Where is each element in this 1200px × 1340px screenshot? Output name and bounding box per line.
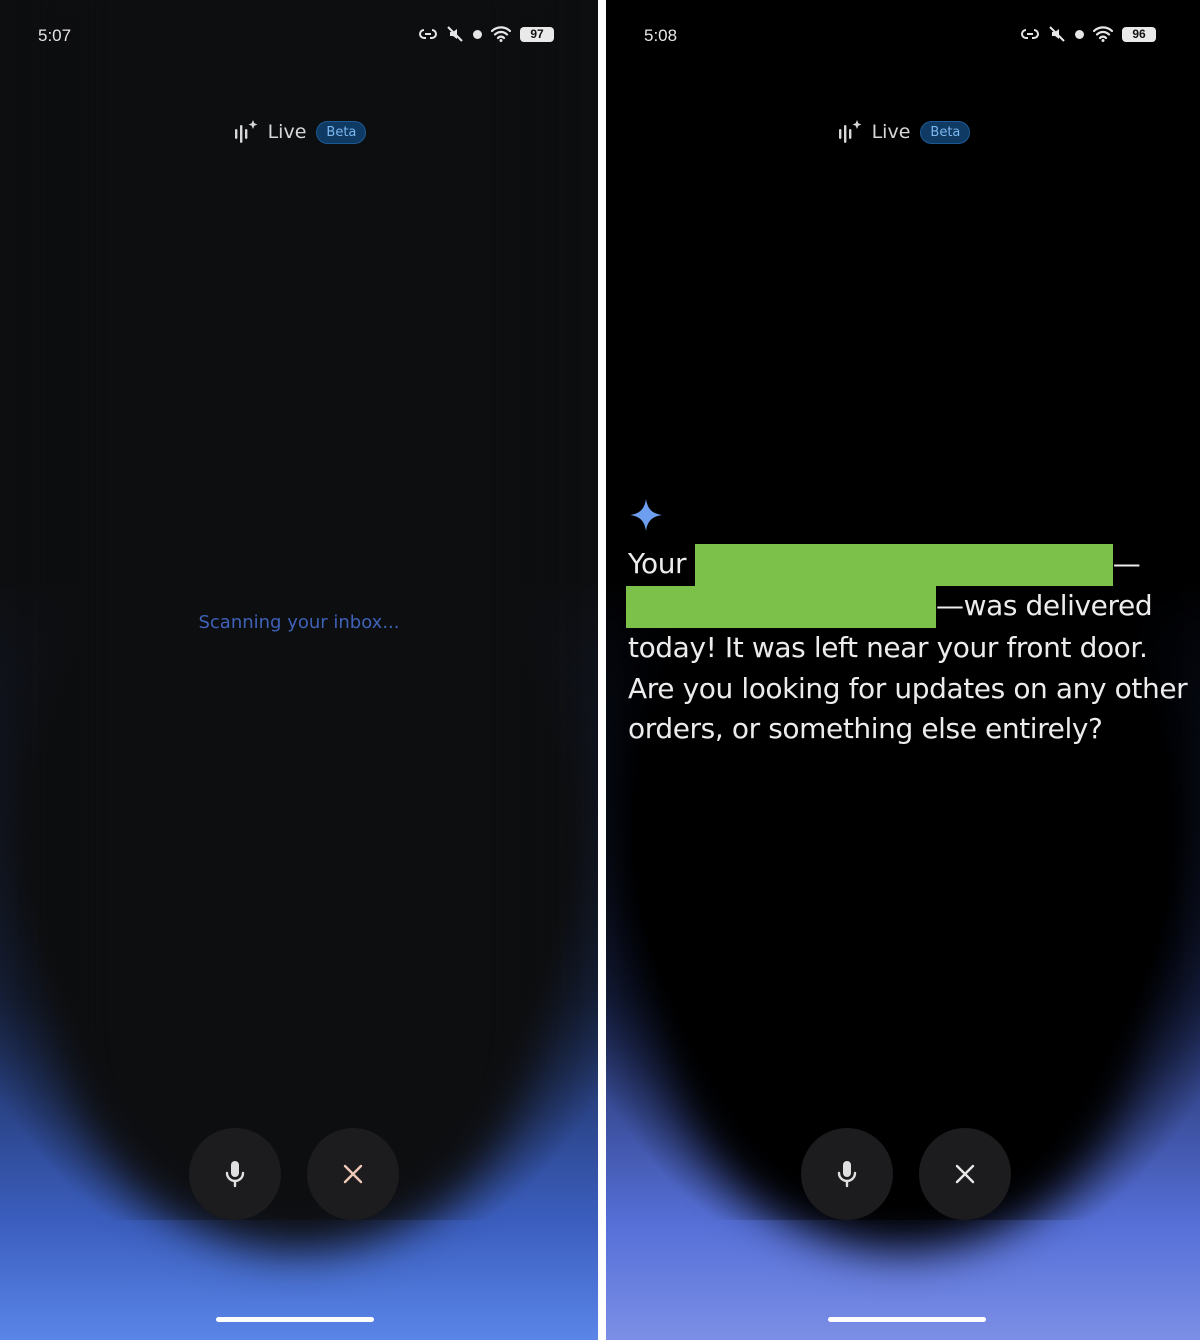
battery-icon: 97 xyxy=(520,26,554,42)
wifi-icon xyxy=(1093,26,1113,42)
phone-screen-right: 5:08 96 Live Beta Your — —was delivered … xyxy=(606,0,1200,1340)
wifi-icon xyxy=(491,26,511,42)
status-bar: 5:07 97 xyxy=(38,22,554,52)
dot-icon xyxy=(1075,29,1084,39)
mute-icon xyxy=(1049,26,1065,42)
link-icon xyxy=(1021,29,1039,39)
close-button[interactable] xyxy=(307,1128,399,1220)
redacted-block xyxy=(626,586,936,628)
status-time: 5:07 xyxy=(38,26,72,45)
ambient-glow xyxy=(0,580,598,1340)
live-header: Live Beta xyxy=(0,118,598,146)
status-bar: 5:08 96 xyxy=(644,22,1156,52)
live-waveform-icon xyxy=(234,120,258,143)
beta-badge: Beta xyxy=(316,120,367,144)
mic-button[interactable] xyxy=(189,1128,281,1220)
home-indicator[interactable] xyxy=(216,1317,374,1322)
response-dash: — xyxy=(1112,547,1141,580)
gemini-sparkle-icon xyxy=(630,499,662,531)
call-controls xyxy=(189,1128,399,1220)
close-icon xyxy=(955,1164,975,1184)
beta-badge: Beta xyxy=(920,120,971,144)
link-icon xyxy=(419,29,437,39)
call-controls xyxy=(801,1128,1011,1220)
mic-button[interactable] xyxy=(801,1128,893,1220)
redacted-block xyxy=(694,544,1113,586)
battery-icon: 96 xyxy=(1122,26,1156,42)
scanning-status: Scanning your inbox... xyxy=(198,612,400,633)
live-label: Live xyxy=(267,121,307,143)
status-icons: 96 xyxy=(1021,25,1156,43)
live-label: Live xyxy=(871,121,911,143)
live-header: Live Beta xyxy=(606,118,1200,146)
mute-icon xyxy=(447,26,463,42)
close-icon xyxy=(343,1164,363,1184)
dot-icon xyxy=(473,29,482,39)
close-button[interactable] xyxy=(919,1128,1011,1220)
home-indicator[interactable] xyxy=(828,1317,986,1322)
status-icons: 97 xyxy=(419,25,554,43)
mic-icon xyxy=(225,1161,245,1188)
response-text-delivered: —was delivered xyxy=(936,589,1153,622)
live-waveform-icon xyxy=(838,120,862,143)
response-text-body: today! It was left near your front door.… xyxy=(628,631,1188,745)
response-text-start: Your xyxy=(628,547,687,580)
assistant-response: Your — —was delivered today! It was left… xyxy=(626,544,1188,750)
status-time: 5:08 xyxy=(644,26,678,45)
phone-screen-left: 5:07 97 Live Beta Scanning your inbox... xyxy=(0,0,598,1340)
mic-icon xyxy=(837,1161,857,1188)
